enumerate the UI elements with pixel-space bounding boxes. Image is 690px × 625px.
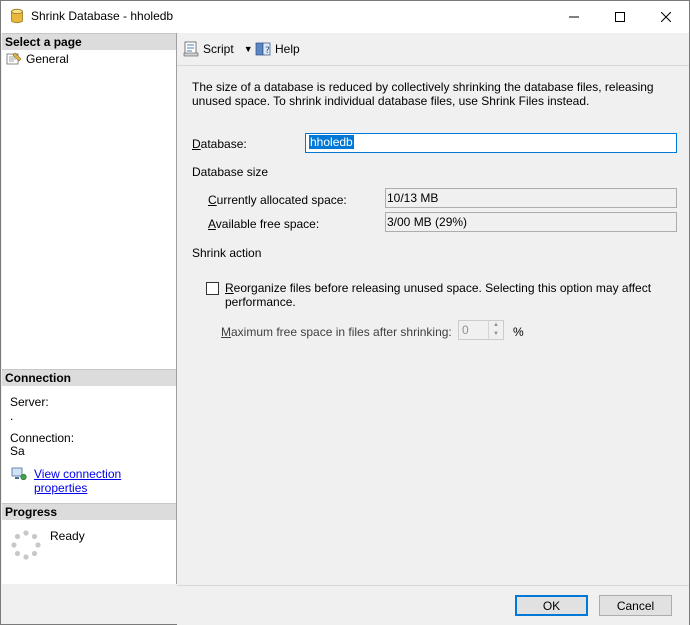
reorganize-label[interactable]: Reorganize files before releasing unused… [225,281,689,309]
connection-label: Connection: [10,431,75,445]
script-button[interactable]: Script ▼ [183,41,253,57]
dialog-footer: OK Cancel [177,585,689,625]
window-title: Shrink Database - hholedb [31,9,174,23]
left-panel: Select a page General Connection Server:… [2,33,177,584]
general-page-content: The size of a database is reduced by col… [177,66,689,584]
database-icon [11,8,23,24]
view-connection-properties-link[interactable]: View connection properties [34,467,176,495]
allocated-space-label: Currently allocated space: [208,193,347,207]
max-free-space-label: Maximum free space in files after shrink… [221,325,452,339]
chevron-down-icon[interactable]: ▼ [244,44,253,54]
select-page-header: Select a page [2,33,176,50]
page-item-general[interactable]: General [6,52,69,66]
free-space-value: 3/00 MB (29%) [387,215,468,229]
allocated-space-value: 10/13 MB [387,191,439,205]
minimize-icon [569,16,579,17]
help-icon: ? [255,42,271,56]
stepper-up-icon[interactable]: ▲ [489,321,503,330]
help-label: Help [275,42,300,56]
database-field[interactable]: hholedb [305,133,677,153]
stepper-down-icon[interactable]: ▼ [489,330,503,339]
svg-text:?: ? [265,46,270,56]
max-free-space-value: 0 [462,323,469,337]
progress-status: Ready [50,529,85,543]
allocated-space-field: 10/13 MB [385,188,677,208]
connection-header: Connection [2,369,176,386]
free-space-field: 3/00 MB (29%) [385,212,677,232]
progress-header: Progress [2,503,176,520]
progress-spinner-icon [11,530,41,560]
database-label: Database: [192,137,247,151]
connection-value: Sa [10,444,25,458]
shrink-description: The size of a database is reduced by col… [192,80,654,108]
database-size-heading: Database size [192,165,269,179]
database-value: hholedb [309,135,354,149]
maximize-icon [615,11,625,22]
script-label: Script [203,42,234,56]
maximize-button[interactable] [597,1,643,32]
script-icon [183,41,199,57]
toolbar: Script ▼ ? Help [177,33,689,66]
shrink-database-dialog: Shrink Database - hholedb Select a page … [0,0,690,625]
server-label: Server: [10,395,49,409]
page-item-general-label: General [26,52,69,66]
help-button[interactable]: ? Help [255,41,300,57]
stepper-buttons: ▲ ▼ [488,321,503,339]
reorganize-checkbox[interactable] [206,282,219,295]
cancel-button[interactable]: Cancel [599,595,672,616]
general-page-icon [6,52,22,65]
title-bar: Shrink Database - hholedb [1,1,689,33]
connection-properties-icon [11,467,27,481]
percent-unit: % [513,325,524,339]
ok-button[interactable]: OK [515,595,588,616]
minimize-button[interactable] [551,1,597,32]
server-value: . [10,409,14,423]
close-button[interactable] [643,1,689,32]
shrink-action-heading: Shrink action [192,246,262,260]
free-space-label: Available free space: [208,217,320,231]
close-icon [661,11,671,22]
max-free-space-stepper[interactable]: 0 ▲ ▼ [458,320,504,340]
